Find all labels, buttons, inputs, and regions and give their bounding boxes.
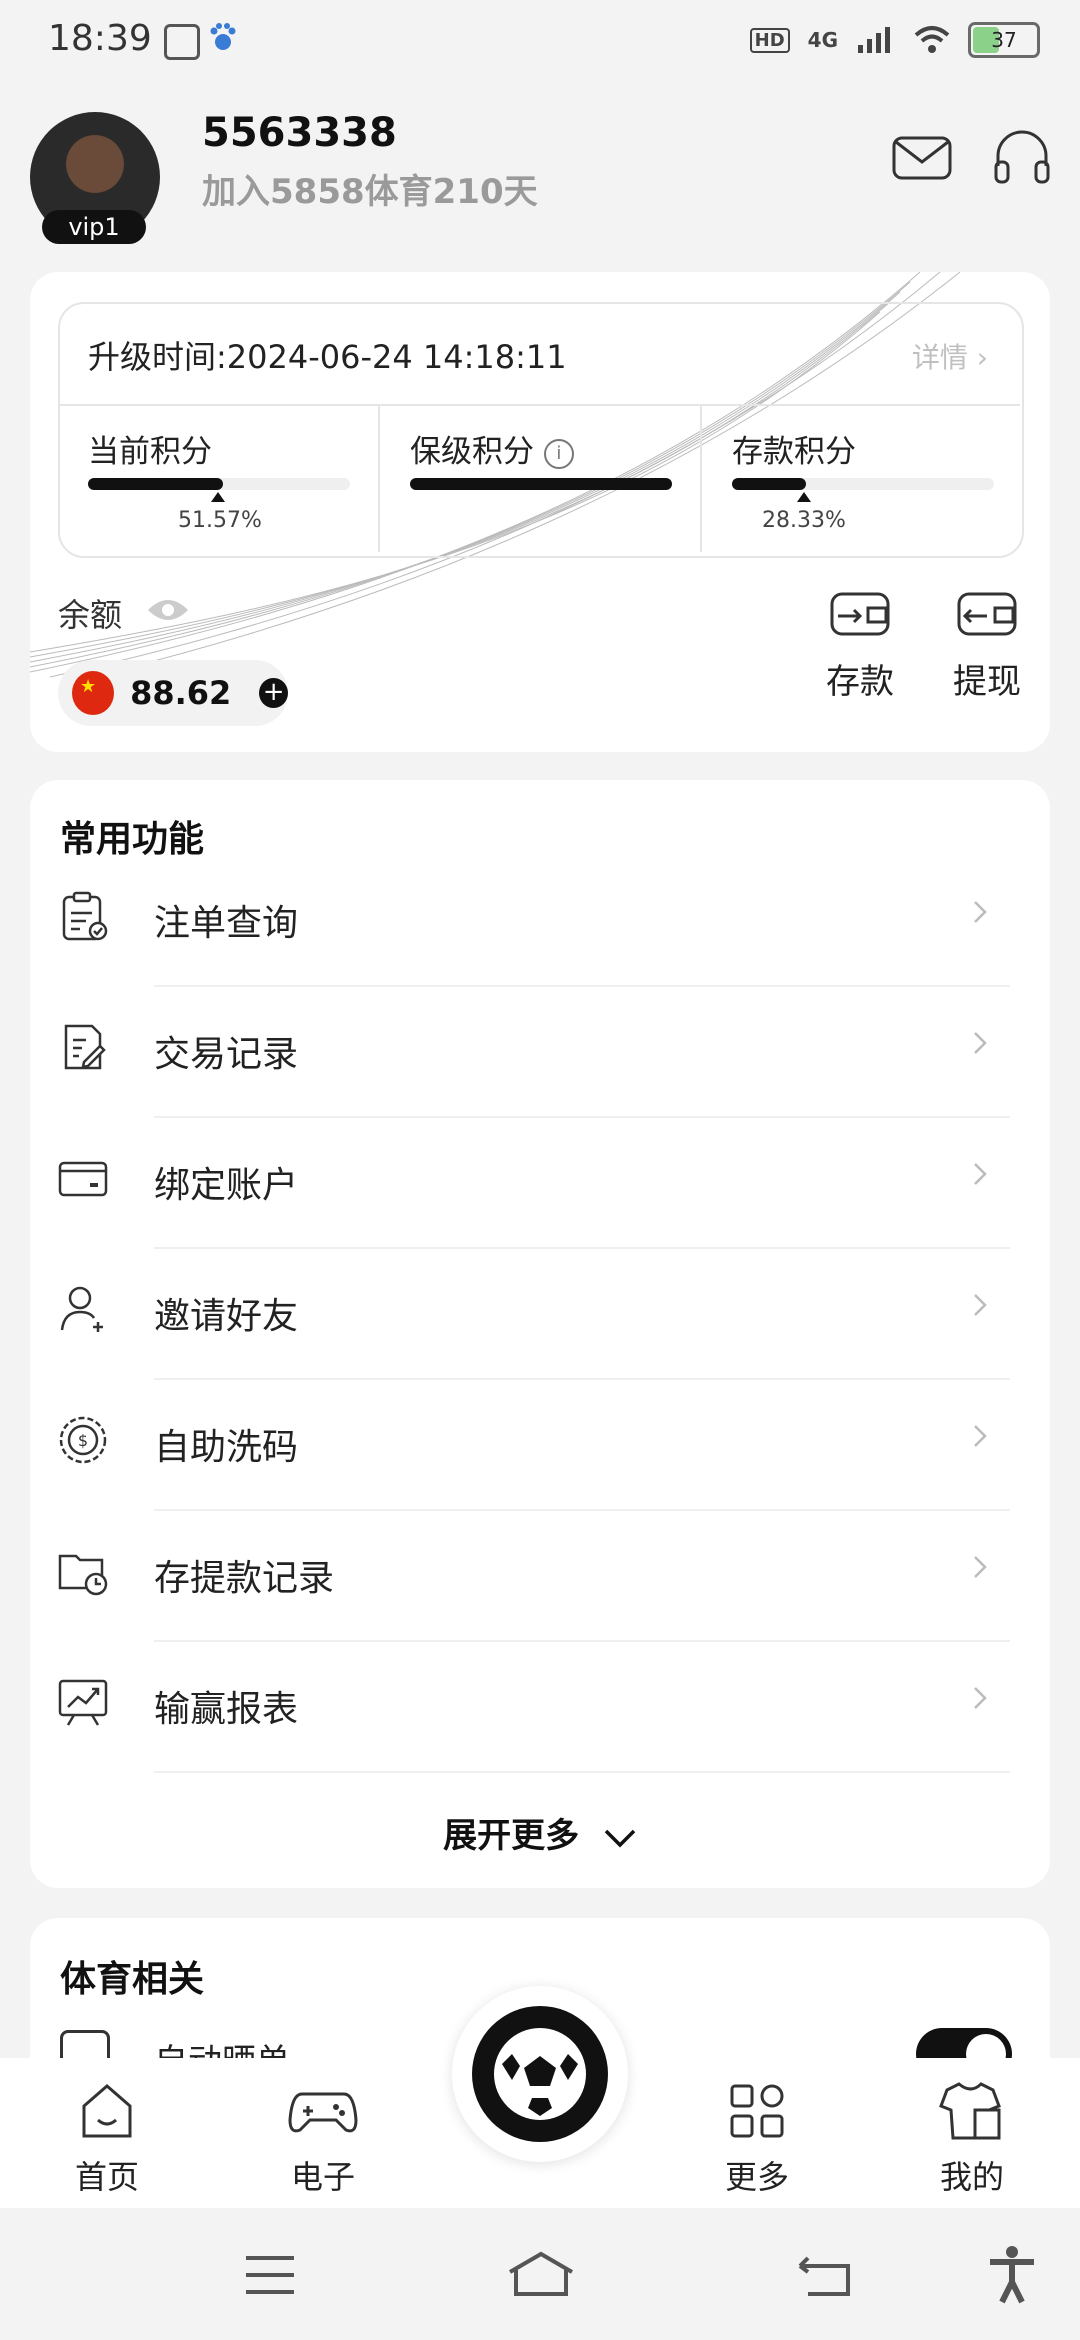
common-functions-title: 常用功能 — [60, 819, 205, 860]
menu-label: 自助洗码 — [154, 1427, 299, 1468]
metric-current-track — [88, 478, 350, 490]
chevron-right-icon — [974, 1556, 987, 1578]
metric-current-percent: 51.57% — [178, 508, 262, 533]
folder-clock-icon — [58, 1554, 108, 1596]
withdraw-label: 提现 — [953, 662, 1021, 702]
network-label: 4G — [807, 28, 838, 52]
coin-dollar-icon: $ — [59, 1416, 107, 1464]
tab-label: 更多 — [724, 2158, 789, 2196]
box-divider — [60, 404, 1020, 406]
chevron-right-icon — [974, 1294, 987, 1316]
menu-label: 输赢报表 — [154, 1689, 299, 1730]
status-icons: HD 4G 37 — [749, 22, 1040, 58]
accessibility-icon[interactable] — [986, 2244, 1038, 2304]
menu-label: 注单查询 — [154, 903, 299, 944]
menu-item-bind-account[interactable]: 绑定账户 — [30, 1118, 1030, 1249]
wallet-in-icon — [830, 592, 890, 636]
chevron-right-icon — [974, 901, 987, 923]
wallet-out-icon — [957, 592, 1017, 636]
metric-current-pointer — [211, 492, 225, 502]
card-icon — [58, 1161, 108, 1197]
menu-label: 交易记录 — [154, 1034, 299, 1075]
status-time: 18:39 — [48, 18, 152, 59]
box-divider-1 — [378, 406, 380, 552]
app-notification-icon — [164, 24, 200, 60]
chevron-right-icon — [974, 1687, 987, 1709]
paw-notification-icon — [208, 22, 238, 54]
expand-more-button[interactable]: 展开更多 — [0, 1808, 1080, 1857]
metric-deposit-pointer — [797, 492, 811, 502]
chart-board-icon — [58, 1679, 108, 1726]
withdraw-button[interactable]: 提现 — [942, 586, 1032, 703]
menu-item-bet-query[interactable]: 注单查询 — [30, 856, 1030, 987]
chevron-down-icon — [604, 1829, 636, 1847]
document-edit-icon — [64, 1024, 106, 1070]
tab-label: 我的 — [939, 2158, 1004, 2196]
menu-label: 邀请好友 — [154, 1296, 299, 1337]
tab-home[interactable]: 首页 — [42, 2080, 172, 2198]
clipboard-check-icon — [62, 891, 108, 941]
balance-amount: 88.62 — [130, 674, 232, 712]
deposit-button[interactable]: 存款 — [815, 586, 905, 703]
metric-deposit-percent: 28.33% — [762, 508, 846, 533]
home-icon — [82, 2084, 132, 2138]
metric-deposit-label: 存款积分 — [732, 434, 856, 470]
china-flag-icon: ★ — [72, 671, 115, 715]
upgrade-time: 升级时间:2024-06-24 14:18:11 — [88, 338, 567, 376]
metric-protect-fill — [410, 478, 672, 490]
back-nav-icon[interactable] — [796, 2250, 852, 2298]
deposit-label: 存款 — [826, 662, 894, 702]
box-divider-2 — [700, 406, 702, 552]
user-plus-icon — [60, 1286, 103, 1332]
detail-link[interactable]: 详情 › — [912, 336, 988, 376]
menu-label: 绑定账户 — [154, 1165, 299, 1206]
divider — [154, 1771, 1010, 1773]
wifi-icon — [914, 26, 950, 53]
metric-deposit-fill — [732, 478, 807, 490]
headset-icon[interactable] — [990, 126, 1054, 190]
menu-item-transaction-record[interactable]: 交易记录 — [30, 987, 1030, 1118]
soccer-ball-tab[interactable] — [472, 2006, 608, 2142]
tab-mine[interactable]: 我的 — [907, 2080, 1037, 2198]
battery-indicator: 37 — [968, 22, 1040, 58]
chevron-right-icon — [974, 1425, 987, 1447]
signal-icon — [858, 27, 890, 53]
chevron-right-icon — [974, 1163, 987, 1185]
user-id: 5563338 — [202, 110, 397, 156]
tab-electronic[interactable]: 电子 — [258, 2080, 388, 2198]
home-nav-icon[interactable] — [506, 2250, 576, 2298]
grid-icon — [730, 2084, 784, 2138]
menu-item-self-rebate[interactable]: $ 自助洗码 — [30, 1380, 1030, 1511]
eye-icon[interactable] — [146, 596, 190, 628]
shirt-icon — [939, 2082, 1001, 2140]
metric-deposit-track — [732, 478, 994, 490]
sports-title: 体育相关 — [60, 1959, 205, 2000]
menu-item-win-loss-report[interactable]: 输赢报表 — [30, 1642, 1030, 1773]
chevron-right-icon — [974, 1032, 987, 1054]
gamepad-icon — [288, 2092, 358, 2133]
menu-item-invite-friends[interactable]: 邀请好友 — [30, 1249, 1030, 1380]
tab-label: 首页 — [74, 2158, 139, 2196]
tab-label: 电子 — [290, 2158, 355, 2196]
tab-more[interactable]: 更多 — [692, 2080, 822, 2198]
balance-pill: ★ 88.62 + — [58, 660, 288, 726]
soccer-ball-icon — [494, 2028, 586, 2120]
balance-label: 余额 — [58, 596, 123, 634]
mail-icon[interactable] — [890, 126, 954, 190]
menu-icon[interactable] — [244, 2254, 296, 2296]
menu-label: 存提款记录 — [154, 1558, 335, 1599]
metric-protect-track — [410, 478, 672, 490]
svg-text:$: $ — [78, 1431, 88, 1450]
vip-badge: vip1 — [42, 210, 146, 244]
info-icon[interactable]: i — [543, 438, 574, 469]
metric-current-label: 当前积分 — [88, 434, 212, 470]
join-days-text: 加入5858体育210天 — [202, 172, 538, 212]
hd-icon: HD — [749, 27, 790, 53]
menu-item-deposit-withdraw-record[interactable]: 存提款记录 — [30, 1511, 1030, 1642]
metric-protect-label: 保级积分 i — [410, 426, 574, 471]
metric-current-fill — [88, 478, 224, 490]
add-currency-button[interactable]: + — [259, 678, 288, 708]
